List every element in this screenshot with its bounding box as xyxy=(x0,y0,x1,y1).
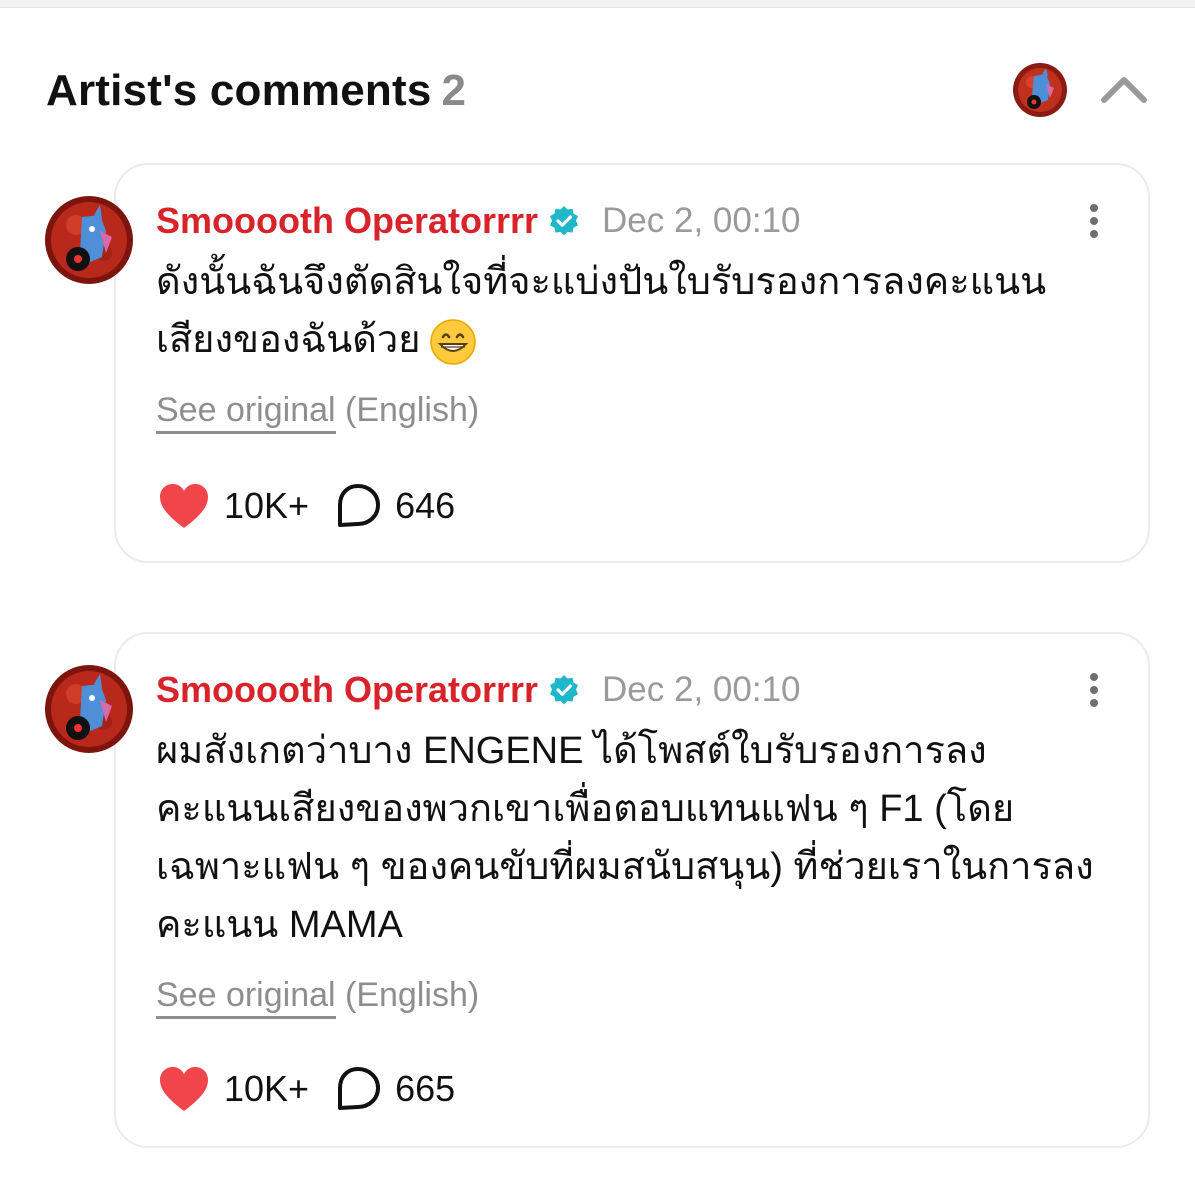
comment-meta: Smooooth Operatorrrr Dec 2, 00:10 xyxy=(156,199,801,243)
like-count: 10K+ xyxy=(224,485,310,526)
verified-badge-icon xyxy=(550,675,579,705)
speech-bubble-icon[interactable] xyxy=(335,483,381,529)
comment-count: 2 xyxy=(441,66,467,115)
comment-meta: Smooooth Operatorrrr Dec 2, 00:10 xyxy=(156,668,801,712)
verified-badge-icon xyxy=(550,206,579,236)
chevron-up-icon[interactable] xyxy=(1098,70,1150,110)
more-vertical-icon[interactable] xyxy=(1088,672,1100,708)
translation-note: See original (English) xyxy=(156,976,480,1019)
author-avatar-icon[interactable] xyxy=(44,195,134,285)
comment-text: ดังนั้นฉันจึงตัดสินใจที่จะแบ่งปันใบรับรอ… xyxy=(156,261,1047,361)
like-count: 10K+ xyxy=(224,1068,310,1109)
top-divider xyxy=(0,0,1195,8)
reply-count: 646 xyxy=(395,485,456,526)
original-language: (English) xyxy=(345,391,480,429)
comment-actions: 10K+ 646 xyxy=(158,481,455,531)
heart-icon[interactable] xyxy=(158,482,210,530)
comment-text: ผมสังเกตว่าบาง ENGENE ได้โพสต์ใบรับรองกา… xyxy=(156,730,1094,946)
artist-comments-header: Artist's comments 2 xyxy=(46,62,1156,122)
more-vertical-icon[interactable] xyxy=(1088,203,1100,239)
see-original-link[interactable]: See original xyxy=(156,391,336,434)
author-avatar-icon[interactable] xyxy=(44,664,134,754)
author-name[interactable]: Smooooth Operatorrrr xyxy=(156,200,538,242)
comment-body: ดังนั้นฉันจึงตัดสินใจที่จะแบ่งปันใบรับรอ… xyxy=(156,253,1106,369)
comment-timestamp: Dec 2, 00:10 xyxy=(602,670,801,709)
section-title: Artist's comments 2 xyxy=(46,66,466,116)
grinning-face-emoji xyxy=(429,319,476,365)
comment-actions: 10K+ 665 xyxy=(158,1064,455,1114)
translation-note: See original (English) xyxy=(156,391,480,434)
reply-count: 665 xyxy=(395,1068,456,1109)
author-name[interactable]: Smooooth Operatorrrr xyxy=(156,669,538,711)
comment-body: ผมสังเกตว่าบาง ENGENE ได้โพสต์ใบรับรองกา… xyxy=(156,722,1106,954)
comment-card: Smooooth Operatorrrr Dec 2, 00:10 ดังนั้… xyxy=(114,163,1150,563)
artist-avatar-icon[interactable] xyxy=(1012,62,1068,118)
comment-card: Smooooth Operatorrrr Dec 2, 00:10 ผมสังเ… xyxy=(114,632,1150,1148)
comment-timestamp: Dec 2, 00:10 xyxy=(602,201,801,240)
heart-icon[interactable] xyxy=(158,1065,210,1113)
see-original-link[interactable]: See original xyxy=(156,976,336,1019)
original-language: (English) xyxy=(345,976,480,1014)
speech-bubble-icon[interactable] xyxy=(335,1066,381,1112)
section-title-text: Artist's comments xyxy=(46,66,432,115)
